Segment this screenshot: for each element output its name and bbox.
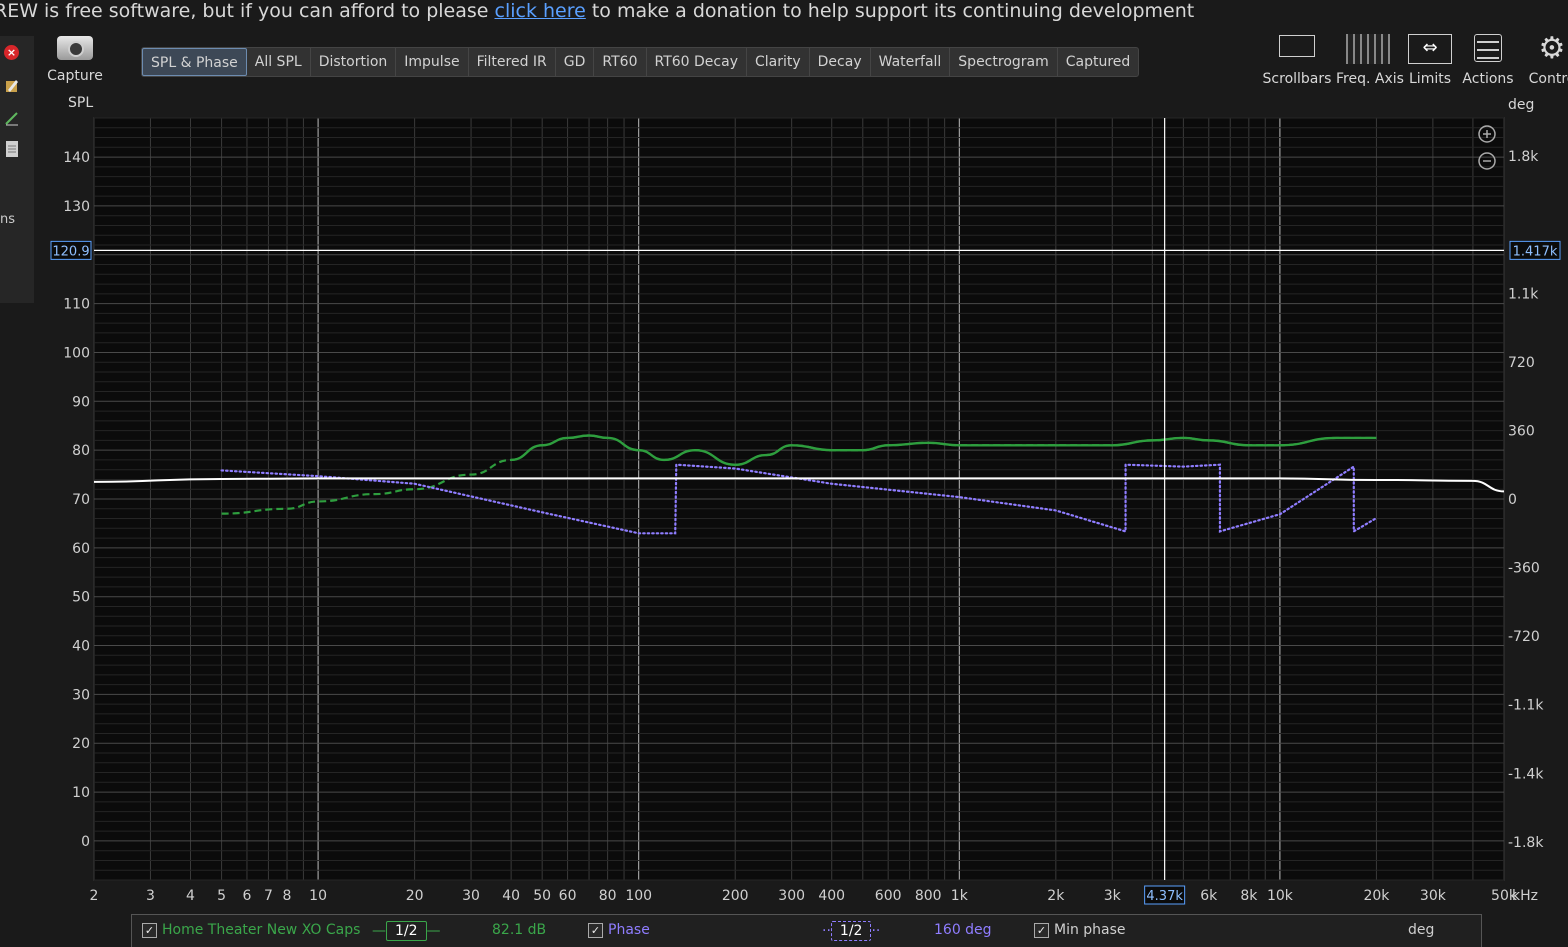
plot-area: 0 10 20 30 40 50 60 70 80 90 100 110 130 140 -1.8k -1.4…: [0, 0, 1568, 946]
x-tick-label: 20: [406, 888, 424, 904]
y-tick-label: 90: [72, 394, 90, 410]
x-tick-label: 10: [309, 888, 327, 904]
min-phase-toggle[interactable]: ✓ Min phase: [1034, 921, 1126, 939]
y-tick-label: 70: [72, 492, 90, 508]
x-tick-label: 1k: [951, 888, 969, 904]
x-tick-label: 8: [283, 888, 292, 904]
x-tick-label: 300: [778, 888, 805, 904]
x-tick-label: 8k: [1240, 888, 1258, 904]
y-tick-label: 60: [72, 541, 90, 557]
x-tick-label: 30: [462, 888, 480, 904]
cursor-y2-label: 1.417k: [1513, 244, 1558, 259]
y-tick-label: 130: [63, 199, 90, 215]
y2-tick-label: -1.4k: [1508, 766, 1544, 782]
y-tick-label: 80: [72, 443, 90, 459]
x-tick-label: 5: [217, 888, 226, 904]
x-tick-label: 50: [533, 888, 551, 904]
y2-tick-label: -360: [1508, 561, 1540, 577]
x-tick-label: 6: [243, 888, 252, 904]
y2-tick-label: 0: [1508, 492, 1517, 508]
y-tick-label: 10: [72, 785, 90, 801]
x-tick-label: 60: [559, 888, 577, 904]
cursor-y-label: 120.9: [52, 244, 89, 259]
y2-tick-label: 1.8k: [1508, 149, 1539, 165]
y-tick-label: 100: [63, 345, 90, 361]
x-tick-label: 3k: [1104, 888, 1122, 904]
phase-label: Phase: [608, 922, 650, 938]
x-tick-label: 4: [186, 888, 195, 904]
spl-cursor-value: 82.1 dB: [492, 922, 547, 938]
y2-tick-label: 720: [1508, 355, 1535, 371]
checkbox-icon: ✓: [142, 922, 157, 938]
y-tick-label: 110: [63, 297, 90, 313]
checkbox-icon: ✓: [1034, 922, 1049, 938]
min-phase-unit: deg: [1408, 922, 1435, 938]
x-tick-label: 2: [90, 888, 99, 904]
y-tick-label: 50: [72, 590, 90, 606]
legend-trace-name: Home Theater New XO Caps: [162, 922, 361, 938]
x-unit-label: kHz: [1512, 888, 1538, 904]
x-tick-label: 2k: [1047, 888, 1065, 904]
x-tick-label: 800: [915, 888, 942, 904]
y2-tick-label: 360: [1508, 423, 1535, 439]
x-tick-label: 30k: [1420, 888, 1447, 904]
x-tick-label: 200: [722, 888, 749, 904]
spl-phase-chart[interactable]: 0102030405060708090100110130140-1.8k-1.4…: [0, 0, 1568, 946]
y-tick-label: 40: [72, 639, 90, 655]
x-tick-label: 80: [599, 888, 617, 904]
x-tick-label: 600: [875, 888, 902, 904]
cursor-x-label: 4.37k: [1146, 889, 1183, 904]
y2-tick-label: 1.1k: [1508, 286, 1539, 302]
y2-tick-label: -1.1k: [1508, 698, 1544, 714]
legend-bar: ✓ Home Theater New XO Caps —1/2— 82.1 dB …: [131, 914, 1482, 947]
y2-tick-label: -720: [1508, 629, 1540, 645]
y-tick-label: 140: [63, 150, 90, 166]
phase-toggle[interactable]: ✓ Phase: [588, 921, 650, 939]
x-tick-label: 400: [818, 888, 845, 904]
x-tick-label: 7: [264, 888, 273, 904]
spl-smoothing-value: 1/2: [386, 921, 427, 941]
x-tick-label: 40: [502, 888, 520, 904]
y-tick-label: 20: [72, 736, 90, 752]
phase-cursor-value: 160 deg: [934, 922, 992, 938]
checkbox-icon: ✓: [588, 922, 603, 938]
x-tick-label: 100: [625, 888, 652, 904]
x-tick-label: 10k: [1267, 888, 1294, 904]
phase-smoothing-value: 1/2: [830, 921, 872, 941]
y-tick-label: 30: [72, 687, 90, 703]
x-tick-label: 6k: [1200, 888, 1218, 904]
min-phase-label: Min phase: [1054, 922, 1126, 938]
y-tick-label: 0: [81, 834, 90, 850]
spl-smoothing-selector[interactable]: —1/2—: [372, 921, 441, 941]
legend-trace-toggle[interactable]: ✓ Home Theater New XO Caps: [142, 921, 360, 939]
y2-tick-label: -1.8k: [1508, 835, 1544, 851]
phase-smoothing-selector[interactable]: ·· 1/2 ··: [822, 921, 880, 941]
x-tick-label: 3: [146, 888, 155, 904]
x-tick-label: 20k: [1363, 888, 1390, 904]
